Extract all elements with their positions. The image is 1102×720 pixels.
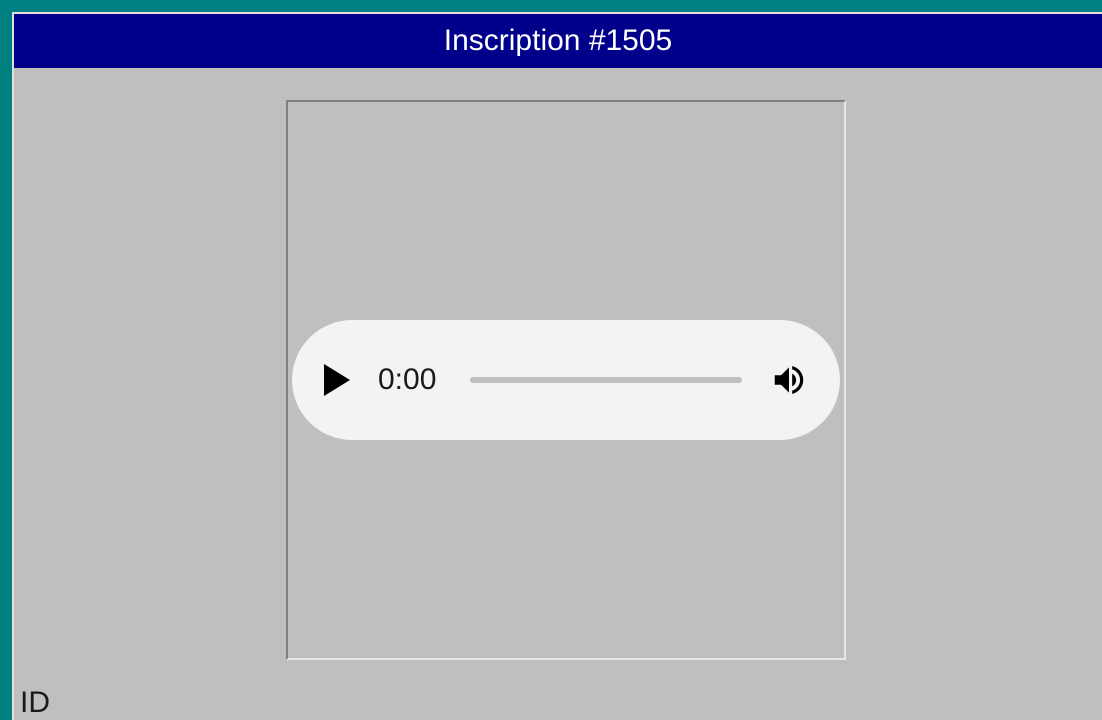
audio-player: 0:00 xyxy=(292,320,840,440)
current-time: 0:00 xyxy=(378,363,442,397)
play-icon[interactable] xyxy=(324,364,350,396)
title-bar: Inscription #1505 xyxy=(14,14,1102,68)
volume-icon[interactable] xyxy=(770,361,808,399)
window-frame: Inscription #1505 0:00 ID xyxy=(12,12,1102,720)
content-area: 0:00 ID xyxy=(14,68,1102,720)
progress-slider[interactable] xyxy=(470,377,742,383)
id-label: ID xyxy=(20,686,50,720)
media-container: 0:00 xyxy=(286,100,846,660)
window-title: Inscription #1505 xyxy=(444,24,673,58)
